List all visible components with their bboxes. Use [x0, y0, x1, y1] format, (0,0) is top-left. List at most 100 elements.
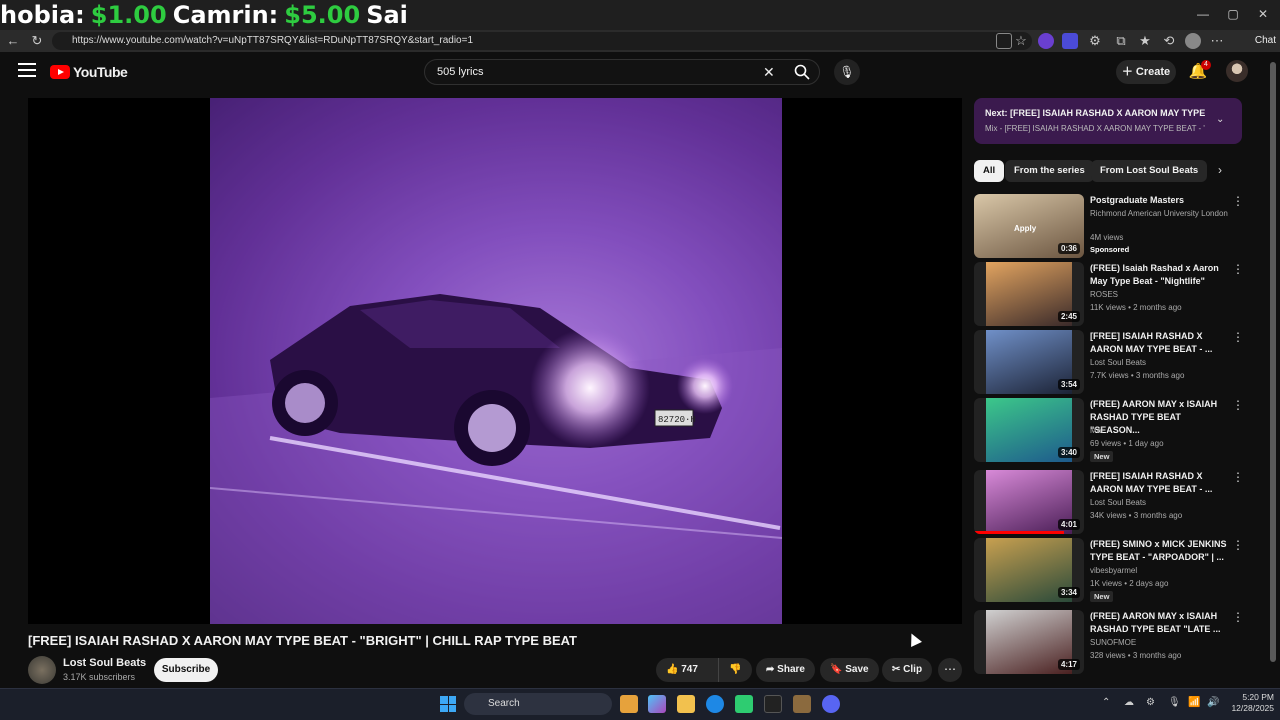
url-input[interactable]: https://www.youtube.com/watch?v=uNpTT87S… — [52, 32, 1032, 50]
youtube-play-icon — [50, 65, 70, 79]
subscribe-button[interactable]: Subscribe — [154, 658, 218, 682]
split-screen-icon[interactable]: ⧉ — [1112, 32, 1130, 50]
video-thumbnail[interactable]: 4:17 — [974, 610, 1084, 674]
recommendation-channel[interactable]: SUNOFMOE — [1090, 637, 1230, 649]
back-icon[interactable]: ← — [4, 32, 22, 50]
more-menu-icon[interactable]: ⋯ — [1208, 32, 1226, 50]
microphone-icon[interactable]: 🎙 — [834, 59, 860, 85]
chevron-right-icon[interactable]: › — [1218, 163, 1222, 177]
video-thumbnail[interactable]: 2:45 — [974, 262, 1084, 326]
favorites-icon[interactable]: ★ — [1136, 32, 1154, 50]
video-thumbnail[interactable]: 3:54 — [974, 330, 1084, 394]
chip-from-the-series[interactable]: From the series — [1005, 160, 1094, 182]
tray-mic-icon[interactable]: 🎙 — [1168, 697, 1181, 708]
page-scrollbar-thumb[interactable] — [1270, 62, 1276, 662]
tray-app-icon[interactable]: ☁ — [1124, 697, 1134, 708]
file-explorer-icon[interactable] — [677, 695, 695, 713]
clip-button[interactable]: ✂ Clip — [882, 658, 933, 682]
recommendation-title[interactable]: [FREE] ISAIAH RASHAD X AARON MAY TYPE BE… — [1090, 470, 1228, 496]
recommendation-item[interactable]: 4:01 [FREE] ISAIAH RASHAD X AARON MAY TYP… — [974, 470, 1264, 538]
extension-icon[interactable] — [1038, 33, 1054, 49]
more-options-icon[interactable]: ⋮ — [1232, 194, 1244, 208]
recommendation-item[interactable]: 2:45 (FREE) Isaiah Rashad x Aaron May Typ… — [974, 262, 1264, 330]
donation-name: Camrin: — [172, 1, 279, 29]
account-avatar[interactable] — [1226, 60, 1248, 82]
maximize-icon[interactable]: ▢ — [1218, 4, 1248, 24]
video-thumbnail[interactable]: 3:34 — [974, 538, 1084, 602]
recommendation-meta: 4M views — [1090, 233, 1124, 242]
video-thumbnail[interactable]: Apply 0:36 — [974, 194, 1084, 258]
recommendation-title[interactable]: Postgraduate Masters — [1090, 194, 1228, 207]
more-options-icon[interactable]: ⋮ — [1232, 262, 1244, 276]
more-options-icon[interactable]: ⋮ — [1232, 610, 1244, 624]
dislike-button[interactable]: 👎 — [718, 658, 752, 682]
reader-icon[interactable] — [996, 33, 1012, 49]
widget-icon[interactable] — [620, 695, 638, 713]
clock[interactable]: 5:20 PM 12/28/2025 — [1226, 692, 1274, 714]
copilot-chat-button[interactable]: Chat — [1232, 32, 1276, 50]
like-button[interactable]: 👍 747 — [656, 658, 716, 682]
search-input[interactable]: 505 lyrics — [437, 66, 483, 78]
discord-icon[interactable] — [822, 695, 840, 713]
windows-start-icon[interactable] — [440, 696, 456, 712]
recommendation-channel[interactable]: Mal — [1090, 425, 1230, 437]
video-frame-car-artwork[interactable]: 82720·H — [210, 98, 782, 624]
recommendation-channel[interactable]: vibesbyarmel — [1090, 565, 1230, 577]
close-window-icon[interactable]: ✕ — [1248, 4, 1278, 24]
more-options-icon[interactable]: ⋮ — [1232, 538, 1244, 552]
more-options-icon[interactable]: ⋮ — [1232, 398, 1244, 412]
minecraft-icon[interactable] — [793, 695, 811, 713]
chevron-down-icon[interactable]: ⌄ — [1216, 114, 1224, 125]
tray-app-icon[interactable]: ⚙ — [1146, 697, 1155, 708]
clear-search-icon[interactable]: ✕ — [763, 64, 775, 81]
recommendation-meta: 11K views • 2 months ago — [1090, 303, 1182, 312]
reload-icon[interactable]: ↻ — [28, 32, 46, 50]
hamburger-menu-icon[interactable] — [18, 63, 36, 79]
taskbar-search[interactable]: Search — [464, 693, 612, 715]
search-icon[interactable] — [794, 64, 810, 80]
youtube-logo[interactable]: YouTube — [50, 64, 128, 80]
recommendation-title[interactable]: (FREE) SMINO x MICK JENKINS TYPE BEAT - … — [1090, 538, 1228, 564]
recommendation-item[interactable]: 3:54 [FREE] ISAIAH RASHAD X AARON MAY TYP… — [974, 330, 1264, 398]
profile-icon[interactable] — [1185, 33, 1201, 49]
create-button[interactable]: ＋ Create — [1116, 60, 1176, 84]
recommendation-channel[interactable]: ROSES — [1090, 289, 1230, 301]
more-options-icon[interactable]: ⋮ — [1232, 330, 1244, 344]
status-badge: Sponsored — [1090, 245, 1130, 254]
extensions-puzzle-icon[interactable]: ⚙ — [1086, 32, 1104, 50]
favorite-star-icon[interactable]: ☆ — [1012, 32, 1030, 50]
copilot-icon[interactable] — [648, 695, 666, 713]
app-icon[interactable] — [735, 695, 753, 713]
chip-from-channel[interactable]: From Lost Soul Beats — [1091, 160, 1208, 182]
recommendation-title[interactable]: (FREE) AARON MAY x ISAIAH RASHAD TYPE BE… — [1090, 610, 1228, 636]
recommendation-title[interactable]: (FREE) Isaiah Rashad x Aaron May Type Be… — [1090, 262, 1228, 288]
more-actions-icon[interactable]: ⋯ — [938, 658, 962, 682]
extension-icon[interactable] — [1062, 33, 1078, 49]
video-thumbnail[interactable]: 4:01 — [974, 470, 1084, 534]
recommendation-channel[interactable]: Lost Soul Beats — [1090, 357, 1230, 369]
save-button[interactable]: 🔖 Save — [820, 658, 879, 682]
more-options-icon[interactable]: ⋮ — [1232, 470, 1244, 484]
recommendation-item[interactable]: 3:34 (FREE) SMINO x MICK JENKINS TYPE BEA… — [974, 538, 1264, 606]
history-icon[interactable]: ⟲ — [1160, 32, 1178, 50]
donation-amount: $5.00 — [284, 1, 361, 29]
minimize-icon[interactable]: — — [1188, 4, 1218, 24]
recommendation-title[interactable]: [FREE] ISAIAH RASHAD X AARON MAY TYPE BE… — [1090, 330, 1228, 356]
volume-icon[interactable]: 🔊 — [1207, 697, 1219, 708]
recommendation-item[interactable]: 4:17 (FREE) AARON MAY x ISAIAH RASHAD TYP… — [974, 610, 1264, 678]
edge-browser-icon[interactable] — [706, 695, 724, 713]
recommendation-channel[interactable]: Lost Soul Beats — [1090, 497, 1230, 509]
video-thumbnail[interactable]: 3:40 — [974, 398, 1084, 462]
recommendation-item[interactable]: 3:40 (FREE) AARON MAY x ISAIAH RASHAD TYP… — [974, 398, 1264, 466]
plus-icon: ＋ — [1121, 66, 1136, 78]
recommendation-channel[interactable]: Richmond American University London — [1090, 208, 1230, 220]
tiktok-icon[interactable] — [764, 695, 782, 713]
share-button[interactable]: ➦ Share — [756, 658, 815, 682]
recommendation-item[interactable]: Apply 0:36 Postgraduate Masters Richmond Am… — [974, 194, 1264, 262]
up-next-panel[interactable] — [974, 98, 1242, 144]
chip-all[interactable]: All — [974, 160, 1005, 182]
wifi-icon[interactable]: 📶 — [1188, 697, 1200, 708]
channel-name[interactable]: Lost Soul Beats — [63, 657, 146, 669]
channel-avatar[interactable] — [28, 656, 56, 684]
tray-chevron-icon[interactable]: ⌃ — [1102, 697, 1110, 708]
